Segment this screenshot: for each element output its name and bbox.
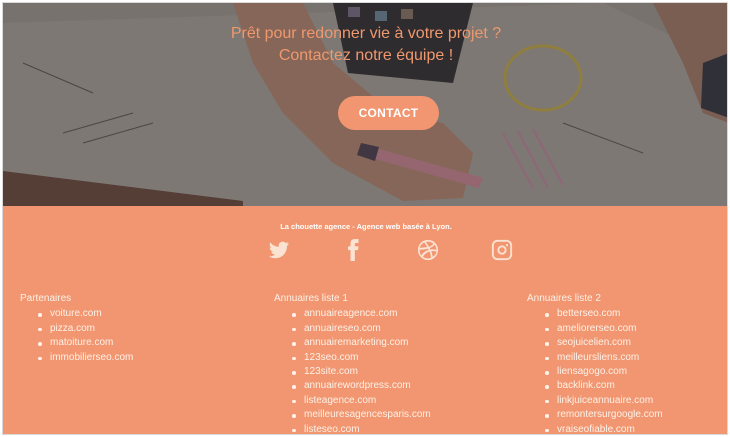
footer-column-annuaires-2: Annuaires liste 2 betterseo.com ameliore… [527,292,663,434]
list-item[interactable]: 123seo.com [292,351,431,365]
contact-button[interactable]: CONTACT [338,96,439,130]
hero-line-2: Contactez notre équipe ! [278,47,454,64]
list-item[interactable]: linkjuiceannuaire.com [545,394,663,408]
list-item[interactable]: pizza.com [38,322,133,336]
list-item[interactable]: immobilierseo.com [38,351,133,365]
footer-column-annuaires-1: Annuaires liste 1 annuaireagence.com ann… [274,292,431,434]
list-item[interactable]: 123site.com [292,365,431,379]
list-item[interactable]: betterseo.com [545,307,663,321]
column-title: Annuaires liste 2 [527,293,601,304]
social-links [3,238,727,264]
list-item[interactable]: backlink.com [545,379,663,393]
hero-line-1: Prêt pour redonner vie à votre projet ? [230,25,502,42]
list-item[interactable]: matoiture.com [38,336,133,350]
column-title: Partenaires [20,293,72,304]
list-item[interactable]: annuaireagence.com [292,307,431,321]
list-item[interactable]: meilleursliens.com [545,351,663,365]
list-item[interactable]: listeagence.com [292,394,431,408]
list-item[interactable]: liensagogo.com [545,365,663,379]
footer-column-partenaires: Partenaires voiture.com pizza.com matoit… [20,292,133,365]
page-frame: Prêt pour redonner vie à votre projet ? … [2,2,728,435]
list-item[interactable]: voiture.com [38,307,133,321]
dribbble-icon[interactable] [416,238,440,262]
list-item[interactable]: meilleuresagencesparis.com [292,408,431,422]
list-item[interactable]: annuairewordpress.com [292,379,431,393]
hero-heading: Prêt pour redonner vie à votre projet ? … [3,23,727,67]
list-item[interactable]: vraiseofiable.com [545,423,663,434]
list-item[interactable]: annuairemarketing.com [292,336,431,350]
list-item[interactable]: seojuicelien.com [545,336,663,350]
list-item[interactable]: annuaireseo.com [292,322,431,336]
link-list: annuaireagence.com annuaireseo.com annua… [274,307,431,434]
list-item[interactable]: listeseo.com [292,423,431,434]
footer: La chouette agence - Agence web basée à … [3,206,727,434]
list-item[interactable]: ameliorerseo.com [545,322,663,336]
footer-tagline: La chouette agence - Agence web basée à … [280,222,452,231]
link-list: betterseo.com ameliorerseo.com seojuicel… [527,307,663,434]
column-title: Annuaires liste 1 [274,293,348,304]
instagram-icon[interactable] [490,238,514,262]
twitter-icon[interactable] [267,238,291,262]
hero-section: Prêt pour redonner vie à votre projet ? … [3,3,727,206]
facebook-icon[interactable] [341,238,365,262]
link-list: voiture.com pizza.com matoiture.com immo… [20,307,133,365]
list-item[interactable]: remontersurgoogle.com [545,408,663,422]
